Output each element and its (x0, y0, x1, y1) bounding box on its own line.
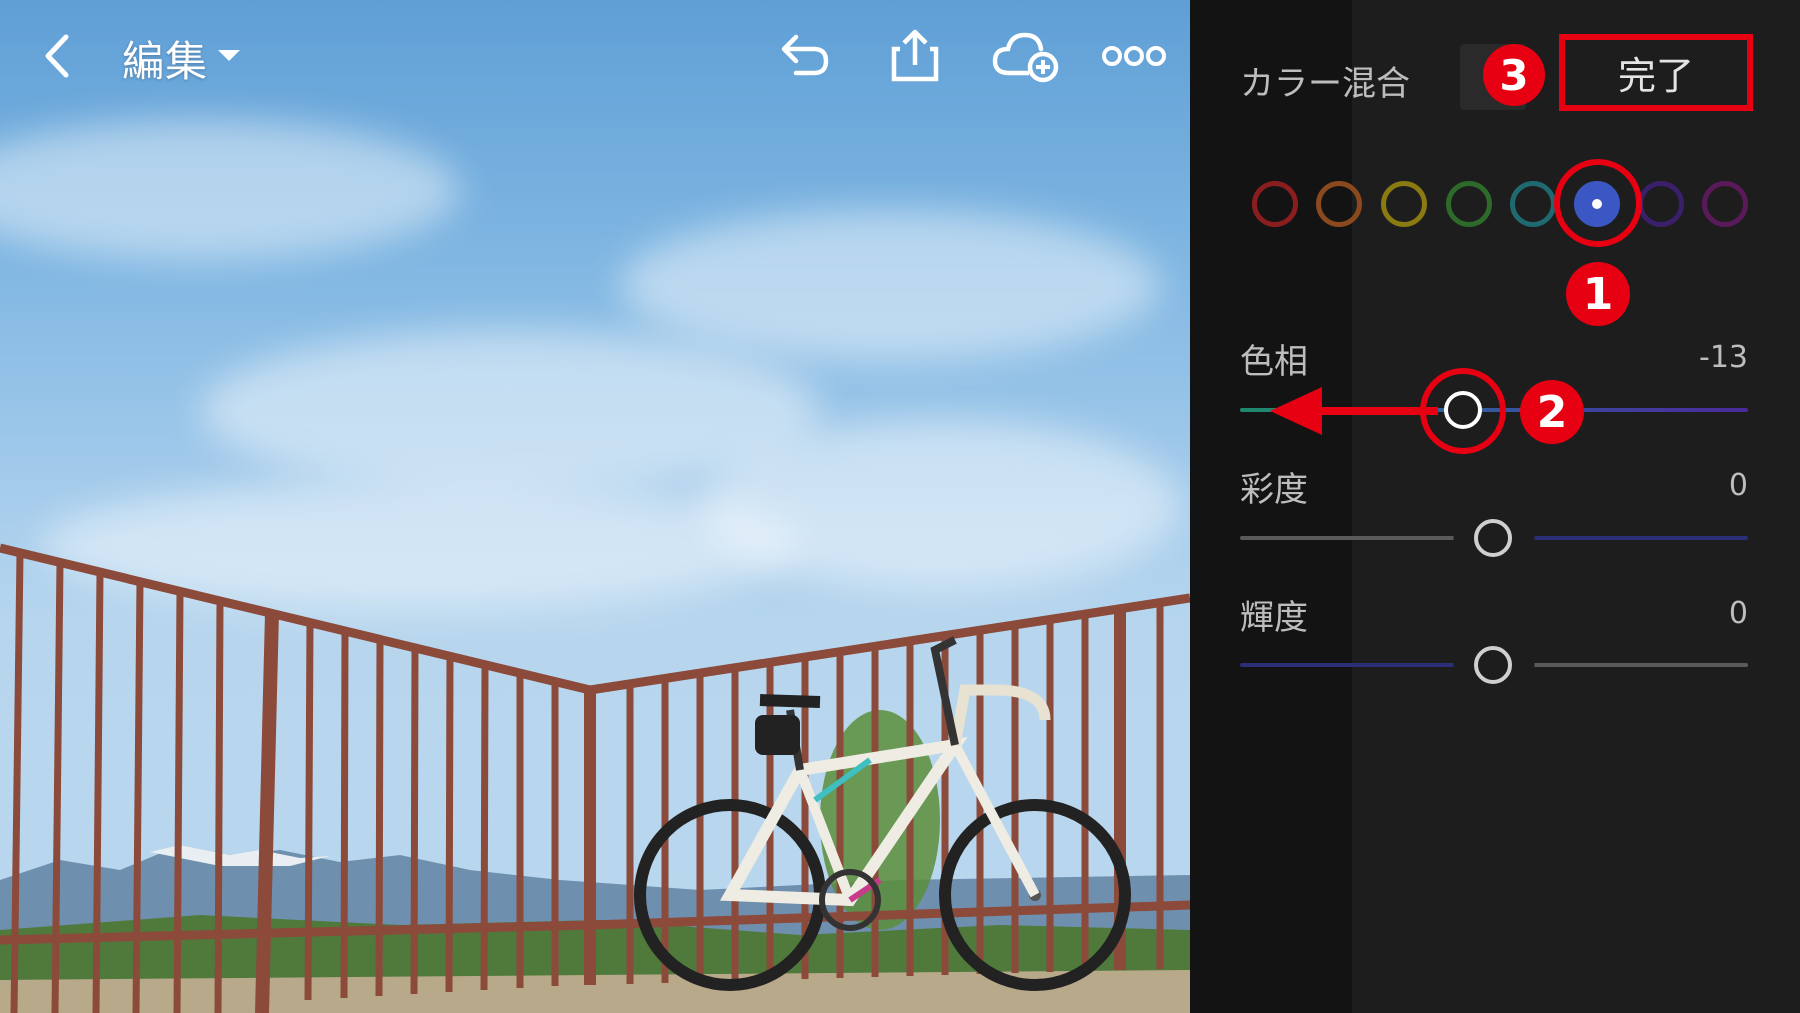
panel-title: カラー混合 (1240, 64, 1410, 104)
swatch-magenta[interactable] (1702, 181, 1748, 227)
swatch-orange[interactable] (1316, 181, 1362, 227)
cloud-add-icon (992, 32, 1059, 83)
swatch-aqua[interactable] (1510, 181, 1556, 227)
saturation-slider-knob[interactable] (1474, 519, 1512, 557)
annotation-marker-3: 3 (1483, 44, 1545, 106)
scenery (0, 543, 1190, 1013)
hue-label: 色相 (1240, 342, 1308, 382)
share-button[interactable] (885, 26, 945, 86)
done-label: 完了 (1617, 54, 1694, 98)
saturation-label: 彩度 (1240, 470, 1308, 510)
undo-icon (781, 34, 829, 76)
annotation-marker-2: 2 (1520, 380, 1584, 444)
hue-value: -13 (1699, 340, 1748, 375)
swatch-yellow[interactable] (1381, 181, 1427, 227)
swatch-purple[interactable] (1638, 181, 1684, 227)
luminance-label: 輝度 (1240, 598, 1308, 638)
annotation-ring-swatch (1554, 159, 1642, 247)
annotation-marker-1: 1 (1566, 262, 1630, 326)
chevron-down-icon (218, 50, 240, 61)
chevron-left-icon (45, 34, 69, 78)
swatch-red[interactable] (1252, 181, 1298, 227)
more-button[interactable] (1102, 26, 1166, 86)
undo-button[interactable] (772, 26, 832, 86)
edit-menu-label: 編集 (122, 37, 209, 86)
luminance-slider-knob[interactable] (1474, 646, 1512, 684)
done-button[interactable]: 完了 (1559, 34, 1753, 111)
more-icon (1102, 46, 1166, 66)
cloud-add-button[interactable] (990, 26, 1062, 86)
photo-canvas: 編集 (0, 0, 1190, 1013)
color-mix-panel (1352, 0, 1800, 1013)
share-icon (891, 29, 939, 82)
annotation-arrow-left (1270, 387, 1438, 435)
saturation-value: 0 (1728, 468, 1748, 503)
luminance-value: 0 (1728, 596, 1748, 631)
swatch-green[interactable] (1446, 181, 1492, 227)
back-button[interactable] (28, 26, 88, 86)
